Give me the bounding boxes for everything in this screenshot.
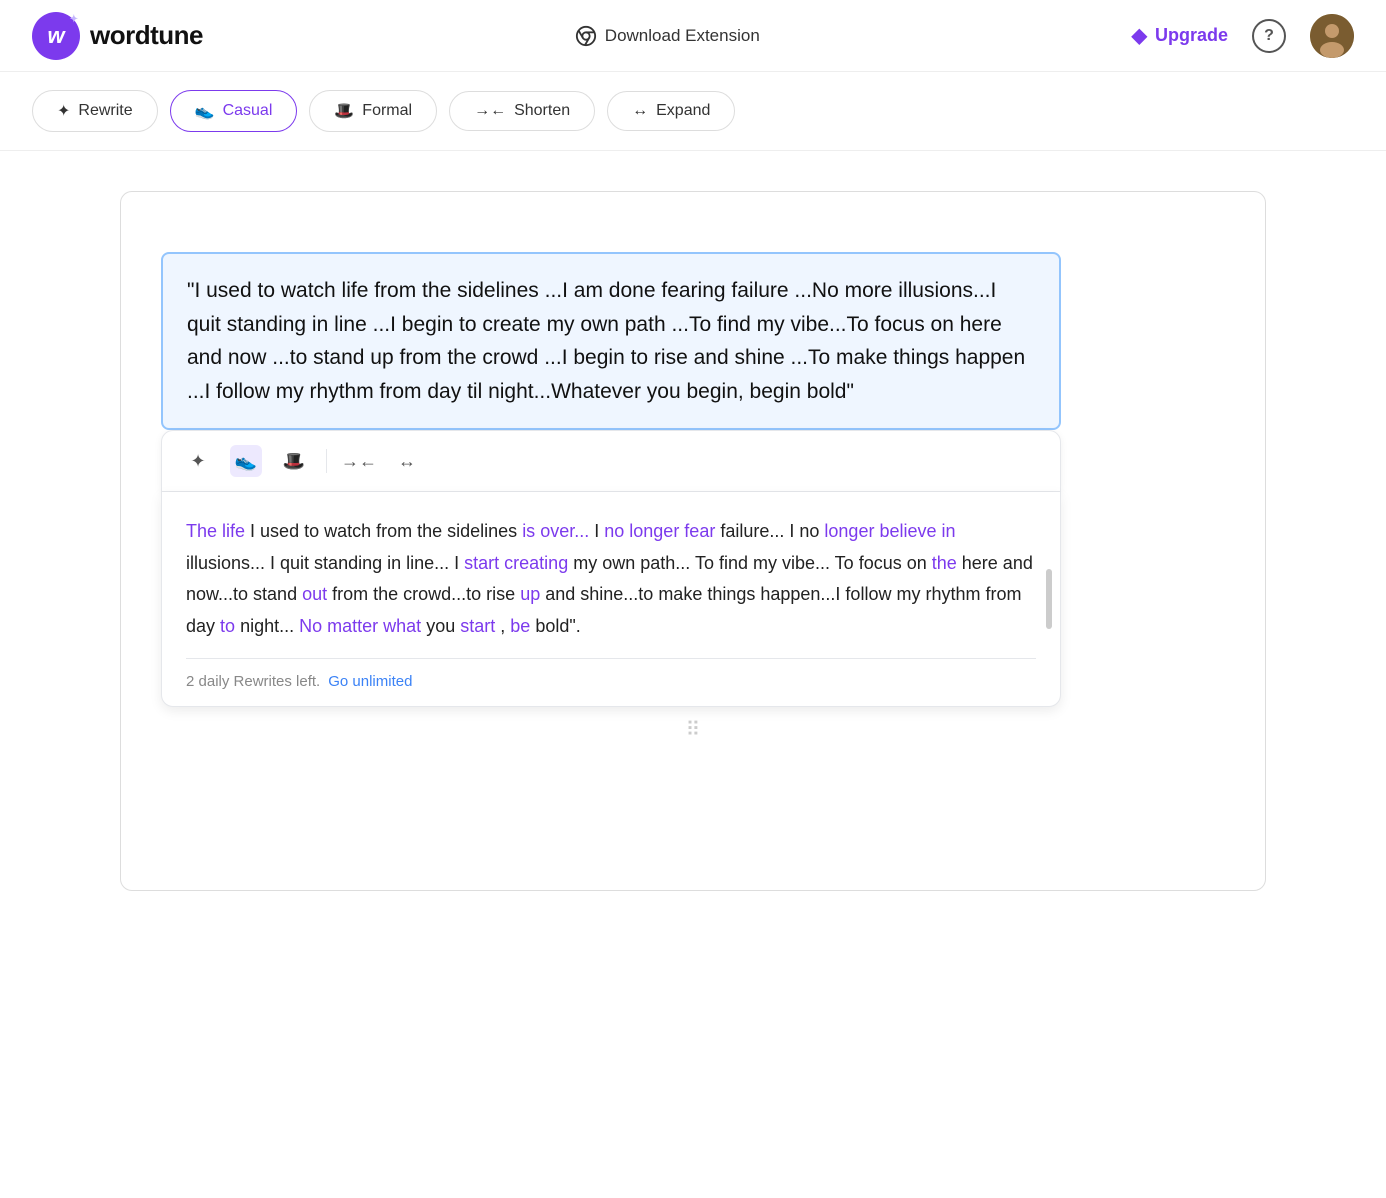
- go-unlimited-link[interactable]: Go unlimited: [328, 673, 412, 690]
- result-span-7: illusions... I quit standing in line... …: [186, 553, 464, 573]
- result-span-6: longer believe in: [824, 521, 955, 541]
- result-span-3: I: [594, 521, 604, 541]
- formal-icon: 🎩: [334, 101, 354, 121]
- toolbar: ✦ Rewrite 👟 Casual 🎩 Formal →← Shorten ↔…: [0, 72, 1386, 151]
- result-span-22: be: [510, 616, 530, 636]
- result-box: The life I used to watch from the sideli…: [161, 492, 1061, 707]
- sparkle-icon: ✦: [57, 101, 70, 121]
- inline-rewrite-icon[interactable]: ✦: [182, 445, 214, 477]
- formal-label: Formal: [362, 102, 412, 120]
- result-span-20: start: [460, 616, 495, 636]
- avatar-image: [1310, 14, 1354, 58]
- result-span-14: up: [520, 584, 540, 604]
- result-span-9: my own path... To find my vibe... To foc…: [573, 553, 932, 573]
- result-span-12: out: [302, 584, 327, 604]
- expand-label: Expand: [656, 102, 710, 120]
- shorten-button[interactable]: →← Shorten: [449, 91, 595, 131]
- result-span-18: No matter what: [299, 616, 421, 636]
- result-footer: 2 daily Rewrites left. Go unlimited: [186, 658, 1036, 690]
- inline-toolbar: ✦ 👟 🎩 →← ↔: [161, 430, 1061, 492]
- logo-area[interactable]: w ✦ wordtune: [32, 12, 203, 60]
- main-content: "I used to watch life from the sidelines…: [0, 151, 1386, 931]
- shorten-label: Shorten: [514, 102, 570, 120]
- casual-button[interactable]: 👟 Casual: [170, 90, 298, 132]
- casual-label: Casual: [223, 102, 273, 120]
- result-span-10: the: [932, 553, 957, 573]
- scrollbar[interactable]: [1046, 569, 1052, 629]
- result-span-4: no longer fear: [604, 521, 715, 541]
- original-text: "I used to watch life from the sidelines…: [187, 279, 1025, 403]
- inline-expand-icon[interactable]: ↔: [391, 445, 423, 477]
- upgrade-button[interactable]: ◆ Upgrade: [1132, 23, 1228, 48]
- inline-shorten-icon[interactable]: →←: [343, 445, 375, 477]
- logo-icon: w ✦: [32, 12, 80, 60]
- logo-text: wordtune: [90, 20, 203, 51]
- header-right: ◆ Upgrade ?: [1132, 14, 1354, 58]
- avatar[interactable]: [1310, 14, 1354, 58]
- formal-button[interactable]: 🎩 Formal: [309, 90, 437, 132]
- result-span-0: The life: [186, 521, 245, 541]
- result-span-17: night...: [240, 616, 294, 636]
- expand-button[interactable]: ↔ Expand: [607, 91, 735, 131]
- rewrites-left-text: 2 daily Rewrites left.: [186, 673, 320, 690]
- result-span-21: ,: [500, 616, 510, 636]
- casual-icon: 👟: [195, 101, 215, 121]
- content-card: "I used to watch life from the sidelines…: [120, 191, 1266, 891]
- result-span-23: bold".: [535, 616, 580, 636]
- result-span-8: start creating: [464, 553, 568, 573]
- inline-formal-icon[interactable]: 🎩: [278, 445, 310, 477]
- inline-casual-icon[interactable]: 👟: [230, 445, 262, 477]
- result-span-13: from the crowd...to rise: [332, 584, 520, 604]
- header: w ✦ wordtune Download Extension ◆ Upgrad…: [0, 0, 1386, 72]
- rewrite-label: Rewrite: [78, 102, 132, 120]
- drag-handle[interactable]: ⠿: [161, 717, 1225, 742]
- help-icon: ?: [1264, 27, 1274, 45]
- toolbar-divider: [326, 449, 327, 473]
- shorten-icon: →←: [474, 102, 506, 120]
- upgrade-label: Upgrade: [1155, 25, 1228, 46]
- expand-icon: ↔: [632, 102, 648, 120]
- result-text: The life I used to watch from the sideli…: [186, 516, 1036, 642]
- result-span-2: is over...: [522, 521, 589, 541]
- result-span-19: you: [426, 616, 460, 636]
- help-button[interactable]: ?: [1252, 19, 1286, 53]
- result-span-16: to: [220, 616, 235, 636]
- result-span-5: failure... I no: [720, 521, 824, 541]
- chrome-icon: [575, 25, 597, 47]
- download-label: Download Extension: [605, 26, 760, 46]
- rewrite-button[interactable]: ✦ Rewrite: [32, 90, 158, 132]
- selected-text[interactable]: "I used to watch life from the sidelines…: [161, 252, 1061, 430]
- sparkle-icon: ✦: [70, 14, 78, 25]
- download-extension-button[interactable]: Download Extension: [575, 25, 760, 47]
- result-span-1: I used to watch from the sidelines: [250, 521, 522, 541]
- diamond-icon: ◆: [1132, 23, 1147, 48]
